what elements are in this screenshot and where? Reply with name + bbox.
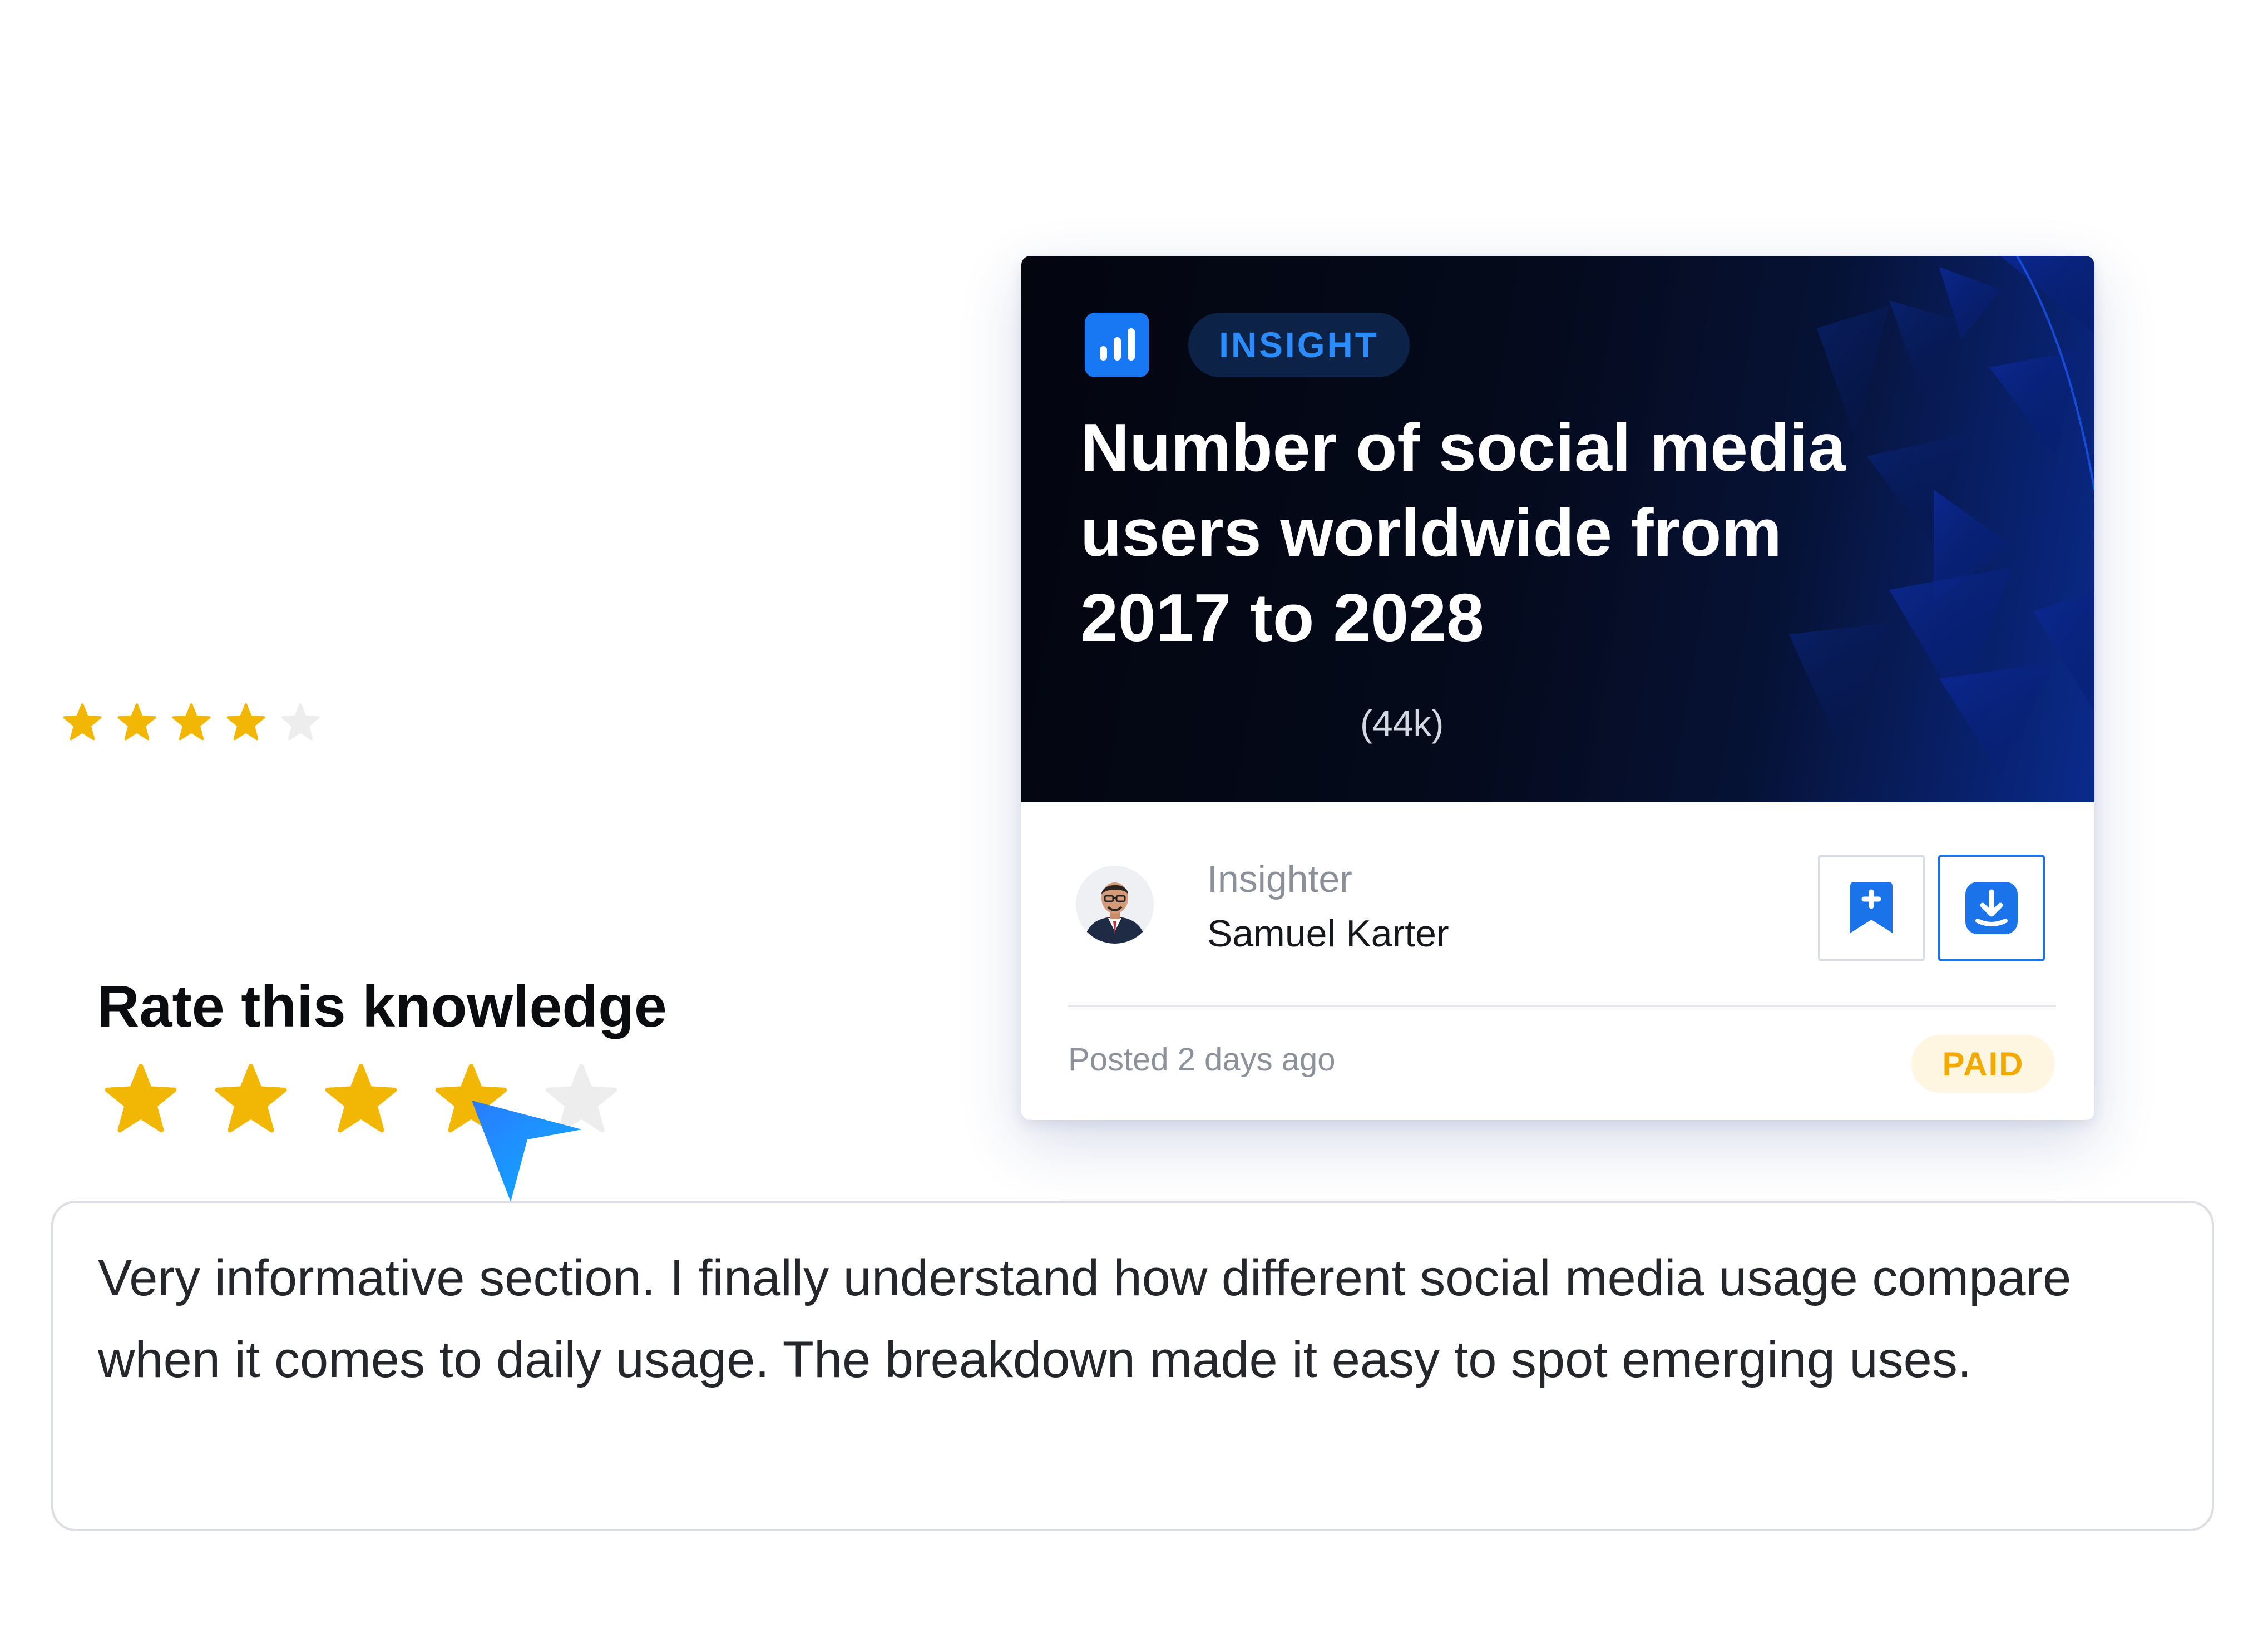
download-icon	[1965, 882, 2018, 934]
star-filled-icon	[63, 703, 102, 741]
author-name[interactable]: Samuel Karter	[1207, 911, 1449, 956]
bookmark-button[interactable]	[1818, 855, 1925, 961]
rate-heading: Rate this knowledge	[97, 974, 667, 1039]
posted-time: Posted 2 days ago	[1068, 1042, 1336, 1078]
star-empty-icon	[281, 703, 320, 741]
paid-badge: PAID	[1911, 1035, 2055, 1093]
rating-count: (44k)	[1360, 703, 1444, 744]
role-label: Insighter	[1207, 858, 1352, 900]
rate-star-3-icon[interactable]	[324, 1062, 398, 1136]
rate-star-2-icon[interactable]	[214, 1062, 288, 1136]
rate-star-1-icon[interactable]	[103, 1062, 178, 1136]
card-title[interactable]: Number of social media users worldwide f…	[1080, 405, 1915, 660]
card-divider	[1068, 1005, 2056, 1007]
bookmark-add-icon	[1850, 882, 1893, 933]
review-text: Very informative section. I finally unde…	[98, 1250, 2072, 1388]
stage: INSIGHT Number of social media users wor…	[0, 0, 2268, 1638]
review-textarea[interactable]: Very informative section. I finally unde…	[51, 1201, 2214, 1531]
insight-card[interactable]: INSIGHT Number of social media users wor…	[1021, 256, 2094, 1120]
star-filled-icon	[172, 703, 211, 741]
star-filled-icon	[117, 703, 156, 741]
insight-badge: INSIGHT	[1188, 313, 1410, 377]
pointer-arrow-icon	[472, 1101, 582, 1202]
card-hero: INSIGHT Number of social media users wor…	[1021, 256, 2094, 802]
avatar[interactable]	[1076, 866, 1154, 944]
download-button[interactable]	[1938, 855, 2045, 961]
bar-chart-icon	[1085, 313, 1149, 377]
avatar-portrait	[1076, 866, 1154, 944]
card-rating-stars	[62, 702, 320, 742]
star-filled-icon	[226, 703, 265, 741]
